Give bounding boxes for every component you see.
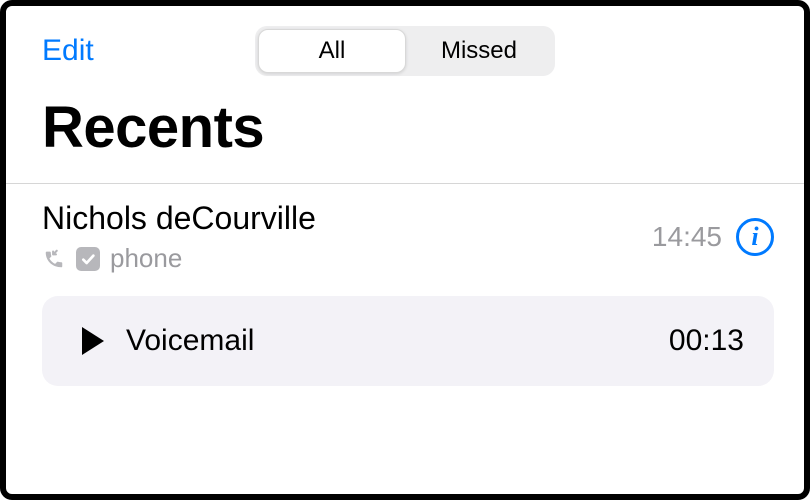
- call-entry[interactable]: Nichols deCourville phone 14:45: [6, 184, 804, 274]
- segment-all[interactable]: All: [258, 29, 406, 73]
- call-type-label: phone: [110, 243, 182, 274]
- call-timestamp: 14:45: [652, 221, 722, 253]
- voicemail-label: Voicemail: [126, 324, 254, 358]
- call-meta: phone: [42, 243, 316, 274]
- segmented-control: All Missed: [255, 26, 555, 76]
- incoming-call-icon: [42, 247, 66, 271]
- contact-name: Nichols deCourville: [42, 200, 316, 237]
- segment-missed[interactable]: Missed: [406, 29, 552, 73]
- verified-icon: [76, 247, 100, 271]
- page-title: Recents: [6, 76, 804, 183]
- play-icon[interactable]: [82, 327, 104, 355]
- edit-button[interactable]: Edit: [42, 34, 94, 68]
- info-icon: i: [751, 224, 758, 250]
- voicemail-card[interactable]: Voicemail 00:13: [42, 296, 774, 386]
- info-button[interactable]: i: [736, 218, 774, 256]
- header-row: Edit All Missed: [6, 6, 804, 76]
- voicemail-duration: 00:13: [669, 324, 744, 358]
